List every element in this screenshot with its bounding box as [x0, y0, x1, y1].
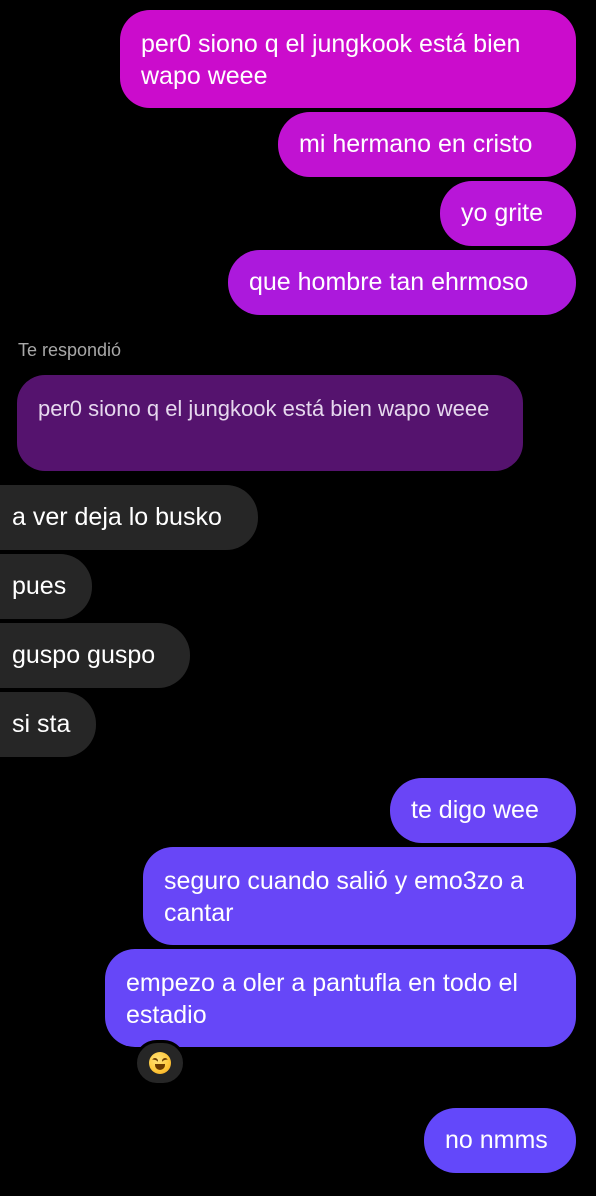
reply-label: Te respondió [18, 340, 122, 360]
incoming-message[interactable]: a ver deja lo busko [0, 485, 258, 550]
grinning-squinting-face-icon [149, 1052, 171, 1074]
incoming-message[interactable]: si sta [0, 692, 96, 757]
outgoing-message[interactable]: te digo wee [390, 778, 576, 843]
message-text: yo grite [461, 199, 543, 227]
incoming-message[interactable]: guspo guspo [0, 623, 190, 688]
message-text: te digo wee [411, 796, 539, 824]
outgoing-message[interactable]: que hombre tan ehrmoso [228, 250, 576, 315]
message-text: si sta [12, 710, 71, 738]
outgoing-message[interactable]: no nmms [424, 1108, 576, 1173]
outgoing-message[interactable]: seguro cuando salió y emo3zo a cantar [143, 847, 576, 945]
message-text: pues [12, 572, 67, 600]
message-text: guspo guspo [12, 641, 156, 669]
message-text: per0 siono q el jungkook está bien wapo … [141, 30, 521, 90]
message-reaction[interactable] [134, 1040, 186, 1086]
outgoing-message[interactable]: empezo a oler a pantufla en todo el esta… [105, 949, 576, 1047]
quoted-message[interactable]: per0 siono q el jungkook está bien wapo … [17, 375, 523, 471]
message-text: seguro cuando salió y emo3zo a cantar [164, 867, 524, 927]
quoted-text: per0 siono q el jungkook está bien wapo … [38, 396, 490, 421]
message-text: que hombre tan ehrmoso [249, 268, 529, 296]
outgoing-message[interactable]: yo grite [440, 181, 576, 246]
outgoing-message[interactable]: per0 siono q el jungkook está bien wapo … [120, 10, 576, 108]
message-text: mi hermano en cristo [299, 130, 533, 158]
incoming-message[interactable]: pues [0, 554, 92, 619]
message-text: empezo a oler a pantufla en todo el esta… [126, 969, 518, 1029]
message-text: a ver deja lo busko [12, 503, 222, 531]
message-text: no nmms [445, 1126, 548, 1154]
outgoing-message[interactable]: mi hermano en cristo [278, 112, 576, 177]
